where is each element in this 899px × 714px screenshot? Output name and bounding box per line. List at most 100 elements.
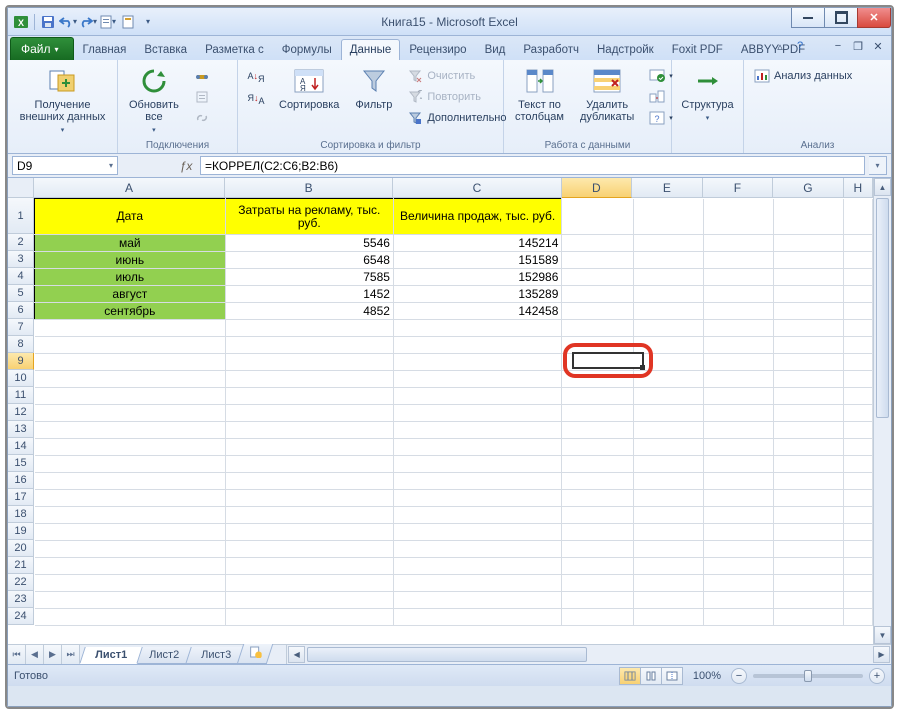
cell-H11[interactable] (843, 388, 872, 405)
workbook-restore-icon[interactable]: ❐ (851, 39, 865, 53)
cell-C8[interactable] (393, 337, 561, 354)
cell-B4[interactable]: 7585 (225, 269, 393, 286)
tab-developer[interactable]: Разработч (514, 39, 588, 60)
scroll-up-button[interactable]: ▲ (874, 178, 891, 196)
cell-H8[interactable] (843, 337, 872, 354)
cell-C16[interactable] (393, 473, 561, 490)
cell-D6[interactable] (562, 303, 634, 320)
cell-G5[interactable] (773, 286, 843, 303)
cell-H23[interactable] (843, 592, 872, 609)
cell-D2[interactable] (562, 235, 634, 252)
zoom-level[interactable]: 100% (693, 670, 721, 682)
cell-A13[interactable] (35, 422, 226, 439)
cell-C13[interactable] (393, 422, 561, 439)
cell-F22[interactable] (703, 575, 773, 592)
cell-A10[interactable] (35, 371, 226, 388)
tab-nav-first[interactable]: ⏮ (8, 645, 26, 664)
cell-B7[interactable] (225, 320, 393, 337)
window-maximize-button[interactable] (824, 8, 858, 28)
cell-A23[interactable] (35, 592, 226, 609)
tab-nav-prev[interactable]: ◀ (26, 645, 44, 664)
cell-F15[interactable] (703, 456, 773, 473)
row-header-8[interactable]: 8 (8, 336, 34, 353)
cell-E18[interactable] (633, 507, 703, 524)
cell-F11[interactable] (703, 388, 773, 405)
cell-B23[interactable] (225, 592, 393, 609)
hscroll-thumb[interactable] (307, 647, 587, 662)
name-box[interactable]: D9▾ (12, 156, 118, 175)
cell-C14[interactable] (393, 439, 561, 456)
column-header-C[interactable]: C (393, 178, 561, 198)
cell-H5[interactable] (843, 286, 872, 303)
cell-E21[interactable] (633, 558, 703, 575)
formula-bar[interactable]: =КОРРЕЛ(C2:C6;B2:B6) (200, 156, 865, 175)
qat-undo-icon[interactable]: ▾ (59, 13, 77, 31)
cell-C2[interactable]: 145214 (393, 235, 561, 252)
cell-E3[interactable] (633, 252, 703, 269)
filter-button[interactable]: Фильтр (350, 62, 397, 114)
view-page-break-button[interactable] (661, 667, 683, 685)
refresh-all-button[interactable]: Обновить все (124, 62, 184, 140)
cell-D20[interactable] (562, 541, 634, 558)
cell-F8[interactable] (703, 337, 773, 354)
cell-B21[interactable] (225, 558, 393, 575)
cell-G12[interactable] (773, 405, 843, 422)
row-header-5[interactable]: 5 (8, 285, 34, 302)
tab-page-layout[interactable]: Разметка с (196, 39, 273, 60)
cell-H3[interactable] (843, 252, 872, 269)
tab-nav-last[interactable]: ⏭ (62, 645, 80, 664)
cell-F19[interactable] (703, 524, 773, 541)
cell-E16[interactable] (633, 473, 703, 490)
cell-B15[interactable] (225, 456, 393, 473)
connections-button[interactable] (190, 66, 214, 86)
cell-H15[interactable] (843, 456, 872, 473)
scroll-down-button[interactable]: ▼ (874, 626, 891, 644)
cell-E1[interactable] (633, 199, 703, 235)
cell-B12[interactable] (225, 405, 393, 422)
cell-E2[interactable] (633, 235, 703, 252)
cell-C6[interactable]: 142458 (393, 303, 561, 320)
cell-C12[interactable] (393, 405, 561, 422)
tab-foxit[interactable]: Foxit PDF (663, 39, 732, 60)
horizontal-scrollbar[interactable]: ◀ ▶ (286, 645, 891, 664)
cell-H1[interactable] (843, 199, 872, 235)
cell-C1[interactable]: Величина продаж, тыс. руб. (393, 199, 561, 235)
tab-addins[interactable]: Надстройк (588, 39, 663, 60)
row-header-20[interactable]: 20 (8, 540, 34, 557)
cell-D21[interactable] (562, 558, 634, 575)
help-icon[interactable]: ? (793, 39, 807, 53)
workbook-close-icon[interactable]: ✕ (871, 39, 885, 53)
row-header-10[interactable]: 10 (8, 370, 34, 387)
cell-H19[interactable] (843, 524, 872, 541)
column-header-B[interactable]: B (225, 178, 393, 198)
cell-G19[interactable] (773, 524, 843, 541)
row-header-24[interactable]: 24 (8, 608, 34, 625)
cell-A22[interactable] (35, 575, 226, 592)
cell-H4[interactable] (843, 269, 872, 286)
cell-A9[interactable] (35, 354, 226, 371)
row-header-19[interactable]: 19 (8, 523, 34, 540)
cell-E19[interactable] (633, 524, 703, 541)
row-header-2[interactable]: 2 (8, 234, 34, 251)
cell-A24[interactable] (35, 609, 226, 626)
cell-D12[interactable] (562, 405, 634, 422)
cell-E23[interactable] (633, 592, 703, 609)
cell-A7[interactable] (35, 320, 226, 337)
qat-save-icon[interactable] (39, 13, 57, 31)
qat-extra1-icon[interactable]: ▾ (99, 13, 117, 31)
cell-D10[interactable] (562, 371, 634, 388)
tab-nav-next[interactable]: ▶ (44, 645, 62, 664)
column-header-A[interactable]: A (34, 178, 225, 198)
cell-A11[interactable] (35, 388, 226, 405)
qat-customize-icon[interactable]: ▾ (139, 13, 157, 31)
view-page-layout-button[interactable] (640, 667, 662, 685)
row-header-17[interactable]: 17 (8, 489, 34, 506)
sort-za-button[interactable]: Я↓А (244, 88, 268, 108)
cell-E9[interactable] (633, 354, 703, 371)
scroll-left-button[interactable]: ◀ (288, 646, 305, 663)
cell-B2[interactable]: 5546 (225, 235, 393, 252)
cell-A2[interactable]: май (35, 235, 226, 252)
cell-B22[interactable] (225, 575, 393, 592)
cell-A8[interactable] (35, 337, 226, 354)
tab-formulas[interactable]: Формулы (273, 39, 341, 60)
